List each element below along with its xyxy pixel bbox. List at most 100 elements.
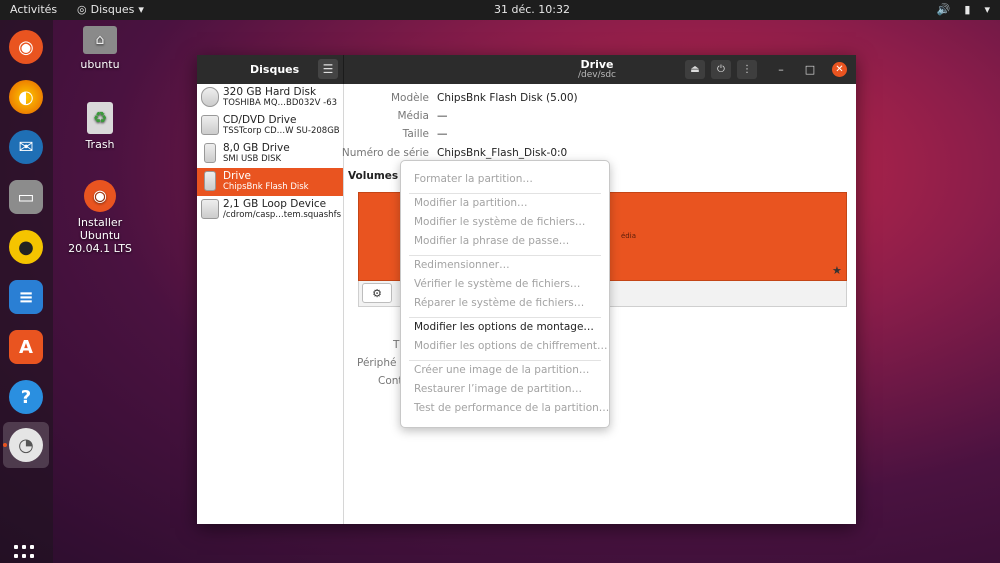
hard-disk-icon	[201, 87, 219, 107]
close-button[interactable]: ✕	[832, 62, 847, 77]
eject-icon: ⏏	[690, 64, 700, 75]
partial-label: T	[393, 339, 400, 351]
partial-label: Cont	[378, 375, 403, 387]
serial-value: ChipsBnk_Flash_Disk-0:0	[437, 147, 568, 159]
disk-item[interactable]: 2,1 GB Loop Device /cdrom/casp…tem.squas…	[197, 196, 343, 224]
disk-item[interactable]: 8,0 GB Drive SMI USB DISK	[197, 140, 343, 168]
menu-separator	[409, 255, 601, 256]
disk-item[interactable]: CD/DVD Drive TSSTcorp CD…W SU-208GB	[197, 112, 343, 140]
window-subtitle: /dev/sdc	[578, 70, 616, 80]
show-applications-icon[interactable]	[14, 545, 38, 563]
header-bar: Disques ☰ Drive /dev/sdc ⏏ ⏻ ⋮ – □ ✕	[197, 55, 856, 84]
usb-drive-icon	[204, 171, 216, 191]
menu-separator	[409, 193, 601, 194]
desktop-icon-label: Installer Ubuntu 20.04.1 LTS	[68, 216, 132, 255]
disks-icon[interactable]: ◔	[9, 428, 43, 462]
disk-name: 2,1 GB Loop Device	[223, 198, 327, 210]
chevron-down-icon: ▾	[138, 3, 144, 16]
disk-list: 320 GB Hard Disk TOSHIBA MQ…BD032V -63 C…	[197, 84, 344, 524]
disk-desc: TOSHIBA MQ…BD032V -63	[223, 98, 338, 108]
loop-device-icon	[201, 199, 219, 219]
files-icon[interactable]: ▭	[9, 180, 43, 214]
desktop-icon-label: Trash	[85, 138, 115, 151]
disk-name: CD/DVD Drive	[223, 114, 297, 126]
partition-options-button[interactable]: ⚙	[362, 283, 392, 303]
model-label: Modèle	[391, 92, 429, 104]
home-folder-icon: ⌂	[83, 26, 117, 54]
maximize-button[interactable]: □	[803, 62, 817, 76]
desktop-installer[interactable]: ◉ Installer Ubuntu 20.04.1 LTS	[58, 180, 142, 255]
activities-button[interactable]: Activités	[10, 3, 57, 16]
menu-item-edit-encryption-options: Modifier les options de chiffrement…	[414, 340, 608, 352]
minimize-button[interactable]: –	[774, 62, 788, 76]
running-indicator	[3, 443, 7, 447]
ubuntu-software-center-icon[interactable]: ◉	[9, 30, 43, 64]
disk-desc: SMI USB DISK	[223, 154, 282, 164]
more-vertical-icon: ⋮	[742, 64, 752, 75]
chevron-down-icon: ▾	[984, 3, 990, 16]
optical-drive-icon	[201, 115, 219, 135]
menu-item-edit-mount-options[interactable]: Modifier les options de montage…	[414, 321, 594, 333]
disk-desc: ChipsBnk Flash Disk	[223, 182, 309, 192]
menu-item-edit-filesystem: Modifier le système de fichiers…	[414, 216, 586, 228]
menu-item-check-filesystem: Vérifier le système de fichiers…	[414, 278, 581, 290]
disk-name: Drive	[223, 170, 251, 182]
app-menu-label: Disques	[90, 3, 135, 16]
media-label: Média	[397, 110, 429, 122]
menu-item-format-partition: Formater la partition…	[414, 173, 533, 185]
partition-options-menu: Formater la partition… Modifier la parti…	[400, 160, 610, 428]
system-tray[interactable]: 🔊 ▮ ▾	[937, 3, 990, 16]
help-icon[interactable]: ?	[9, 380, 43, 414]
menu-item-edit-partition: Modifier la partition…	[414, 197, 528, 209]
hamburger-icon: ☰	[322, 62, 334, 76]
power-off-button[interactable]: ⏻	[711, 60, 731, 79]
thunderbird-icon[interactable]: ✉	[9, 130, 43, 164]
power-icon: ⏻	[717, 64, 725, 75]
battery-icon: ▮	[964, 3, 971, 16]
menu-item-create-image: Créer une image de la partition…	[414, 364, 590, 376]
disk-item[interactable]: 320 GB Hard Disk TOSHIBA MQ…BD032V -63	[197, 84, 343, 112]
desktop-home-folder[interactable]: ⌂ ubuntu	[72, 26, 128, 71]
serial-label: Numéro de série	[341, 147, 429, 159]
disk-item-selected[interactable]: Drive ChipsBnk Flash Disk	[197, 168, 343, 196]
disk-desc: /cdrom/casp…tem.squashfs	[223, 210, 341, 220]
menu-item-restore-image: Restaurer l’image de partition…	[414, 383, 582, 395]
menu-item-benchmark: Test de performance de la partition…	[414, 402, 610, 414]
size-value: —	[437, 128, 448, 140]
software-icon[interactable]: A	[9, 330, 43, 364]
app-menu[interactable]: ◎ Disques ▾	[77, 3, 144, 16]
desktop-trash[interactable]: ♻ Trash	[72, 102, 128, 151]
volumes-heading: Volumes	[348, 170, 399, 182]
top-bar: Activités ◎ Disques ▾ 31 déc. 10:32 🔊 ▮ …	[0, 0, 1000, 20]
trash-icon: ♻	[87, 102, 113, 134]
menu-separator	[409, 317, 601, 318]
app-menu-button[interactable]: ☰	[318, 59, 338, 79]
disk-name: 320 GB Hard Disk	[223, 86, 317, 98]
model-value: ChipsBnk Flash Disk (5.00)	[437, 92, 578, 104]
size-label: Taille	[402, 128, 429, 140]
media-value: —	[437, 110, 448, 122]
close-icon: ✕	[835, 64, 844, 75]
gear-icon: ⚙	[372, 286, 382, 300]
partition-text: édia	[621, 232, 636, 240]
clock[interactable]: 31 déc. 10:32	[494, 3, 570, 16]
firefox-icon[interactable]: ◐	[9, 80, 43, 114]
drive-options-button[interactable]: ⋮	[737, 60, 757, 79]
usb-drive-icon	[204, 143, 216, 163]
menu-item-change-passphrase: Modifier la phrase de passe…	[414, 235, 570, 247]
sidebar-title: Disques	[250, 63, 300, 76]
dock: ◉ ◐ ✉ ▭ ● ≡ A ? ◔	[0, 20, 53, 563]
partial-label: Périphé	[357, 357, 397, 369]
menu-item-resize: Redimensionner…	[414, 259, 510, 271]
disk-name: 8,0 GB Drive	[223, 142, 290, 154]
menu-item-repair-filesystem: Réparer le système de fichiers…	[414, 297, 585, 309]
disks-app-icon: ◎	[77, 3, 87, 16]
volume-icon: 🔊	[936, 3, 951, 16]
menu-separator	[409, 360, 601, 361]
writer-icon[interactable]: ≡	[9, 280, 43, 314]
desktop-icon-label: ubuntu	[80, 58, 120, 71]
header-divider	[343, 55, 344, 84]
eject-button[interactable]: ⏏	[685, 60, 705, 79]
rhythmbox-icon[interactable]: ●	[9, 230, 43, 264]
star-icon: ★	[832, 264, 842, 277]
